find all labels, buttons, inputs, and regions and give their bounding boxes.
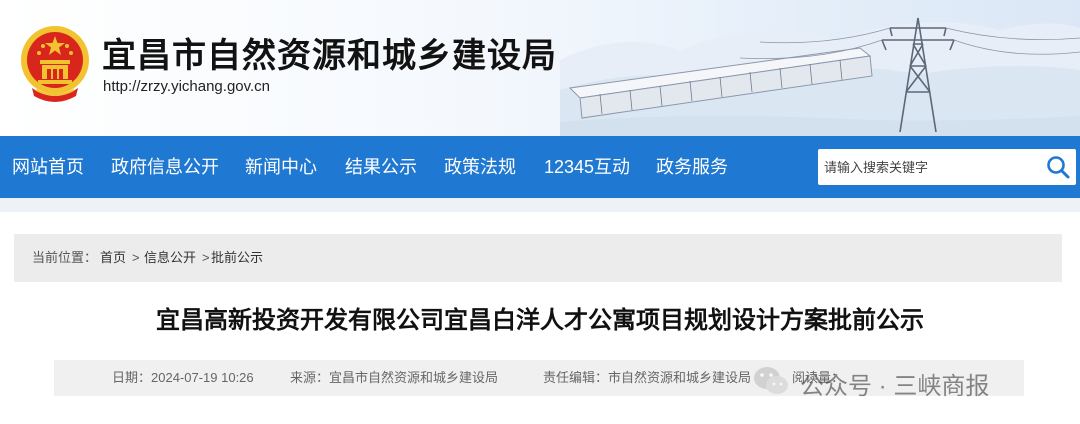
search-input[interactable]	[818, 149, 1038, 185]
search-box	[818, 149, 1076, 185]
breadcrumb-separator: >	[202, 250, 210, 265]
nav-item-results[interactable]: 结果公示	[345, 136, 417, 198]
site-title[interactable]: 宜昌市自然资源和城乡建设局	[102, 28, 557, 77]
article-source: 来源：宜昌市自然资源和城乡建设局	[290, 370, 499, 385]
nav-item-gov-info[interactable]: 政府信息公开	[111, 136, 219, 198]
nav-item-12345[interactable]: 12345互动	[544, 136, 630, 198]
wechat-icon	[754, 367, 788, 394]
site-url[interactable]: http://zrzy.yichang.gov.cn	[103, 78, 270, 95]
article-editor: 责任编辑：市自然资源和城乡建设局	[543, 370, 752, 385]
nav-item-news[interactable]: 新闻中心	[245, 136, 317, 198]
breadcrumb: 当前位置： 首页 > 信息公开 > 批前公示	[14, 234, 1062, 282]
article-title: 宜昌高新投资开发有限公司宜昌白洋人才公寓项目规划设计方案批前公示	[156, 307, 924, 334]
breadcrumb-separator: >	[132, 250, 140, 265]
article-date: 日期：2024-07-19 10:26	[112, 370, 254, 385]
breadcrumb-item-home[interactable]: 首页	[100, 234, 126, 282]
nav-item-services[interactable]: 政务服务	[656, 136, 728, 198]
nav-item-policies[interactable]: 政策法规	[444, 136, 516, 198]
main-nav: 网站首页 政府信息公开 新闻中心 结果公示 政策法规 12345互动 政务服务	[0, 136, 1080, 198]
breadcrumb-item-info[interactable]: 信息公开	[144, 234, 196, 282]
search-icon[interactable]	[1044, 153, 1072, 181]
national-emblem-icon[interactable]	[18, 22, 92, 104]
nav-item-home[interactable]: 网站首页	[12, 136, 84, 198]
watermark-text: 公众号 · 三峡商报	[800, 373, 990, 400]
breadcrumb-label: 当前位置：	[32, 250, 98, 265]
breadcrumb-item-prepublic[interactable]: 批前公示	[211, 234, 263, 282]
site-header: 宜昌市自然资源和城乡建设局 http://zrzy.yichang.gov.cn	[0, 0, 1080, 136]
header-scenery-illustration	[560, 17, 1080, 136]
